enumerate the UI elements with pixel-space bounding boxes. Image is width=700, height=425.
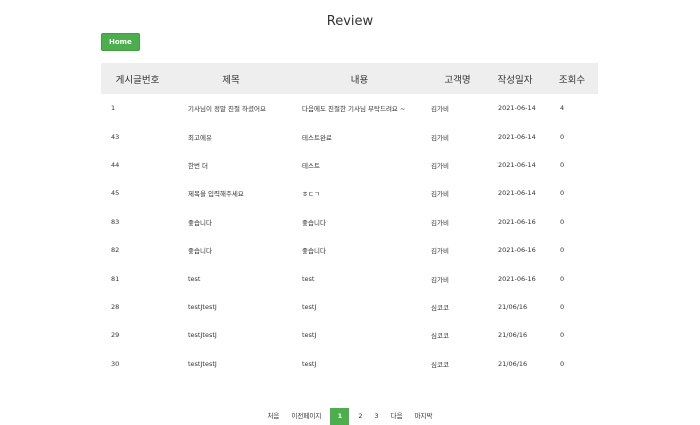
- cell-title-link[interactable]: testJtestJ: [174, 293, 288, 321]
- cell-customer: 김가비: [431, 247, 449, 256]
- cell-customer: 김가비: [431, 133, 449, 142]
- column-header-title: 제목: [222, 74, 240, 86]
- table-row[interactable]: 1 기사님이 정말 친절 하셨어요 다음에도 친절한 기사님 부탁드려요 ~ 김가비 2…: [101, 94, 598, 122]
- cell-content: testJ: [302, 302, 317, 311]
- review-table: 게시글번호 제목 내용 고객명 작성일자 조회수 1 기사님이 정말 친절 하셨어…: [101, 63, 598, 378]
- cell-date: 21/06/16: [498, 359, 528, 368]
- cell-customer: 김가비: [431, 275, 449, 284]
- pagination-next[interactable]: 다음: [385, 408, 409, 425]
- page-title: Review: [326, 14, 374, 29]
- table-body: 1 기사님이 정말 친절 하셨어요 다음에도 친절한 기사님 부탁드려요 ~ 김가비 2…: [101, 94, 598, 378]
- cell-customer: 심코코: [431, 303, 449, 312]
- cell-date: 2021-06-14: [498, 104, 536, 113]
- pagination-page-2[interactable]: 2: [352, 408, 368, 425]
- cell-date: 21/06/16: [498, 331, 528, 340]
- cell-post-id: 30: [111, 359, 120, 368]
- cell-title-link[interactable]: 최고에유: [174, 122, 288, 150]
- column-header-date: 작성일자: [497, 74, 533, 86]
- cell-title-link[interactable]: 제목을 입력해주세요: [174, 179, 288, 207]
- column-header-views: 조회수: [558, 74, 586, 86]
- cell-post-id: 43: [111, 132, 120, 141]
- cell-content: 테스트완료: [302, 133, 332, 142]
- pagination-first[interactable]: 처음: [261, 408, 285, 425]
- cell-customer: 김가비: [431, 190, 449, 199]
- column-header-content: 내용: [350, 74, 369, 86]
- cell-title-link[interactable]: 좋습니다: [174, 236, 288, 264]
- cell-customer: 김가비: [431, 105, 449, 114]
- cell-post-id: 44: [111, 160, 120, 169]
- cell-title-link[interactable]: testJtestJ: [174, 321, 288, 349]
- cell-date: 2021-06-16: [498, 246, 536, 255]
- column-header-id: 게시글번호: [115, 74, 160, 86]
- cell-title-link[interactable]: 기사님이 정말 친절 하셨어요: [174, 94, 288, 122]
- cell-views: 4: [560, 104, 565, 113]
- cell-title-link[interactable]: test: [174, 264, 288, 292]
- cell-date: 2021-06-14: [498, 132, 536, 141]
- cell-customer: 심코코: [431, 332, 449, 341]
- pagination: 처음 이전페이지 1 2 3 다음 마지막: [0, 408, 700, 425]
- cell-post-id: 28: [111, 302, 120, 311]
- cell-date: 2021-06-14: [498, 160, 536, 169]
- cell-views: 0: [560, 160, 565, 169]
- pagination-prev[interactable]: 이전페이지: [285, 408, 327, 425]
- cell-customer: 김가비: [431, 218, 449, 227]
- pagination-page-3[interactable]: 3: [368, 408, 384, 425]
- table-header-row: 게시글번호 제목 내용 고객명 작성일자 조회수: [101, 63, 598, 94]
- cell-content: 좋습니다: [302, 247, 326, 256]
- cell-title-link[interactable]: 좋습니다: [174, 208, 288, 236]
- table-row[interactable]: 82 좋습니다 좋습니다 김가비 2021-06-16 0: [101, 236, 598, 264]
- cell-content: 테스트: [302, 161, 320, 170]
- cell-views: 0: [560, 302, 565, 311]
- cell-views: 0: [560, 359, 565, 368]
- pagination-page-1[interactable]: 1: [330, 408, 350, 425]
- cell-customer: 김가비: [431, 161, 449, 170]
- table-row[interactable]: 28 testJtestJ testJ 심코코 21/06/16 0: [101, 293, 598, 321]
- cell-views: 0: [560, 274, 565, 283]
- cell-content: 다음에도 친절한 기사님 부탁드려요 ~: [302, 105, 406, 114]
- cell-post-id: 83: [111, 217, 120, 226]
- pagination-last[interactable]: 마지막: [409, 408, 439, 425]
- home-button[interactable]: Home: [101, 33, 140, 51]
- cell-content: 좋습니다: [302, 218, 326, 227]
- cell-post-id: 81: [111, 274, 120, 283]
- table-row[interactable]: 44 한번 더 테스트 김가비 2021-06-14 0: [101, 151, 598, 179]
- cell-title-link[interactable]: 한번 더: [174, 151, 288, 179]
- cell-customer: 심코코: [431, 360, 449, 369]
- table-row[interactable]: 30 testJtestJ testJ 심코코 21/06/16 0: [101, 350, 598, 378]
- cell-content: ㅎㄷㄱ: [302, 190, 320, 199]
- cell-post-id: 29: [111, 331, 120, 340]
- cell-views: 0: [560, 246, 565, 255]
- cell-views: 0: [560, 132, 565, 141]
- table-row[interactable]: 81 test test 김가비 2021-06-16 0: [101, 264, 598, 292]
- cell-date: 2021-06-16: [498, 217, 536, 226]
- cell-post-id: 1: [111, 104, 116, 113]
- cell-content: testJ: [302, 331, 317, 340]
- table-row[interactable]: 43 최고에유 테스트완료 김가비 2021-06-14 0: [101, 122, 598, 150]
- table-row[interactable]: 45 제목을 입력해주세요 ㅎㄷㄱ 김가비 2021-06-14 0: [101, 179, 598, 207]
- cell-date: 2021-06-14: [498, 189, 536, 198]
- cell-post-id: 82: [111, 246, 120, 255]
- cell-date: 2021-06-16: [498, 274, 536, 283]
- table-row[interactable]: 29 testJtestJ testJ 심코코 21/06/16 0: [101, 321, 598, 349]
- cell-views: 0: [560, 331, 565, 340]
- cell-views: 0: [560, 217, 565, 226]
- cell-title-link[interactable]: testJtestJ: [174, 350, 288, 378]
- cell-content: test: [302, 274, 315, 283]
- table-row[interactable]: 83 좋습니다 좋습니다 김가비 2021-06-16 0: [101, 208, 598, 236]
- cell-content: testJ: [302, 359, 317, 368]
- cell-views: 0: [560, 189, 565, 198]
- cell-post-id: 45: [111, 189, 120, 198]
- column-header-customer: 고객명: [444, 74, 471, 86]
- cell-date: 21/06/16: [498, 302, 528, 311]
